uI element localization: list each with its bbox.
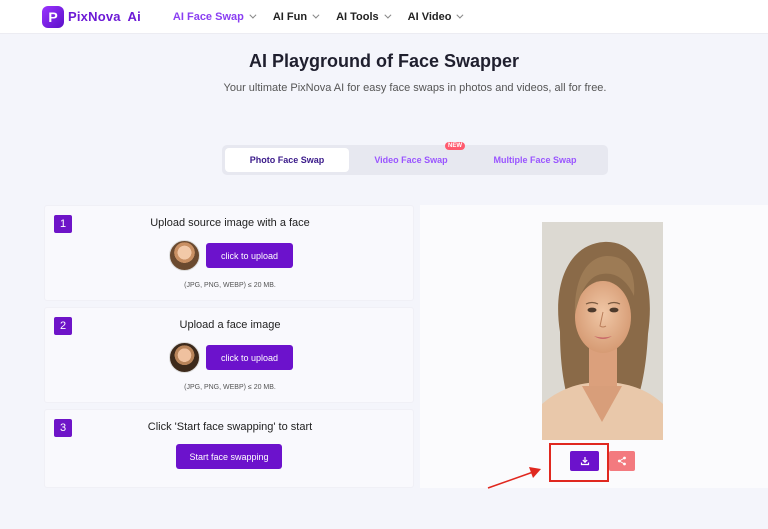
tab-video-face-swap[interactable]: Video Face Swap NEW — [349, 142, 473, 172]
tab-label: Video Face Swap — [374, 155, 448, 165]
nav-label: AI Tools — [336, 10, 379, 23]
tab-multiple-face-swap[interactable]: Multiple Face Swap — [473, 148, 597, 172]
chevron-down-icon — [249, 11, 257, 19]
download-button[interactable] — [570, 451, 599, 471]
step-2-panel: 2 Upload a face image click to upload (J… — [44, 307, 414, 403]
file-format-hint: (JPG, PNG, WEBP) ≤ 20 MB. — [184, 384, 276, 391]
top-navbar: P PixNova Ai AI Face Swap AI Fun AI Tool… — [0, 0, 768, 34]
annotation-arrow — [487, 467, 541, 489]
target-face-avatar — [169, 342, 200, 373]
brand-suffix: Ai — [127, 9, 141, 24]
page-title: AI Playground of Face Swapper — [248, 51, 520, 71]
download-icon — [580, 457, 589, 466]
file-format-hint: (JPG, PNG, WEBP) ≤ 20 MB. — [184, 282, 276, 289]
new-badge: NEW — [445, 142, 465, 150]
brand-name: PixNova — [68, 9, 121, 24]
chevron-down-icon — [456, 11, 464, 19]
result-image — [542, 222, 663, 440]
nav-ai-face-swap[interactable]: AI Face Swap — [172, 10, 257, 23]
page-subtitle: Your ultimate PixNova AI for easy face s… — [223, 82, 607, 94]
share-button[interactable] — [609, 451, 635, 471]
mode-tabs: Photo Face Swap Video Face Swap NEW Mult… — [222, 142, 608, 175]
step-title: Upload source image with a face — [150, 217, 310, 229]
chevron-down-icon — [312, 11, 320, 19]
upload-face-button[interactable]: click to upload — [206, 345, 293, 370]
step-title: Upload a face image — [179, 319, 281, 331]
step-3-panel: 3 Click 'Start face swapping' to start S… — [44, 409, 414, 488]
upload-source-button[interactable]: click to upload — [206, 243, 293, 268]
woman-portrait-image — [542, 222, 663, 440]
step-title: Click 'Start face swapping' to start — [147, 421, 313, 433]
step-1-panel: 1 Upload source image with a face click … — [44, 205, 414, 301]
share-icon — [617, 456, 626, 466]
nav-ai-video[interactable]: AI Video — [407, 10, 464, 23]
nav-ai-fun[interactable]: AI Fun — [272, 10, 320, 23]
logo-mark-icon: P — [42, 5, 64, 28]
nav-label: AI Fun — [272, 10, 308, 23]
chevron-down-icon — [384, 11, 392, 19]
nav-label: AI Video — [407, 10, 452, 23]
start-face-swapping-button[interactable]: Start face swapping — [176, 444, 282, 469]
nav-ai-tools[interactable]: AI Tools — [336, 10, 392, 23]
nav-label: AI Face Swap — [172, 10, 244, 23]
tab-photo-face-swap[interactable]: Photo Face Swap — [225, 148, 349, 172]
source-face-avatar — [169, 240, 200, 271]
brand-logo[interactable]: P PixNova Ai — [42, 5, 141, 28]
main-nav: AI Face Swap AI Fun AI Tools AI Video — [173, 11, 481, 23]
